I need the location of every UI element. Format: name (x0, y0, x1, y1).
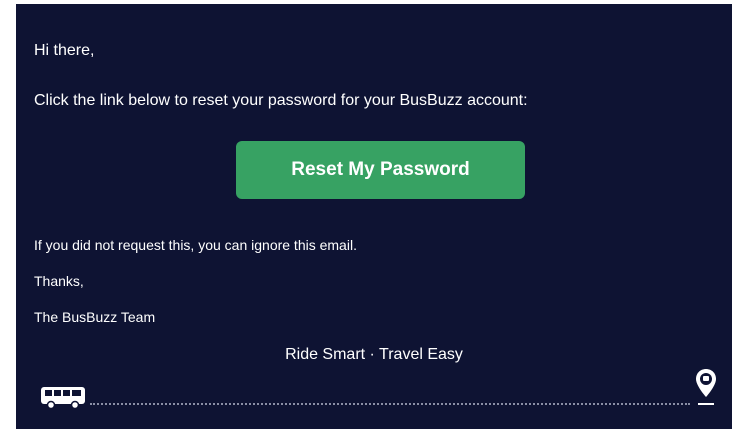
bus-icon (41, 387, 85, 409)
ignore-note: If you did not request this, you can ign… (34, 237, 357, 253)
email-card: Hi there, Click the link below to reset … (16, 4, 732, 429)
signature-text: The BusBuzz Team (34, 309, 156, 325)
instruction-text: Click the link below to reset your passw… (34, 92, 528, 109)
greeting-text: Hi there, (34, 42, 95, 59)
reset-password-button[interactable]: Reset My Password (236, 141, 525, 199)
route-dotted-line (90, 403, 690, 405)
location-pin-icon (696, 369, 716, 405)
signoff-text: Thanks, (34, 273, 84, 289)
tagline: Ride Smart · Travel Easy (285, 346, 463, 363)
reset-password-button-label: Reset My Password (291, 159, 470, 180)
